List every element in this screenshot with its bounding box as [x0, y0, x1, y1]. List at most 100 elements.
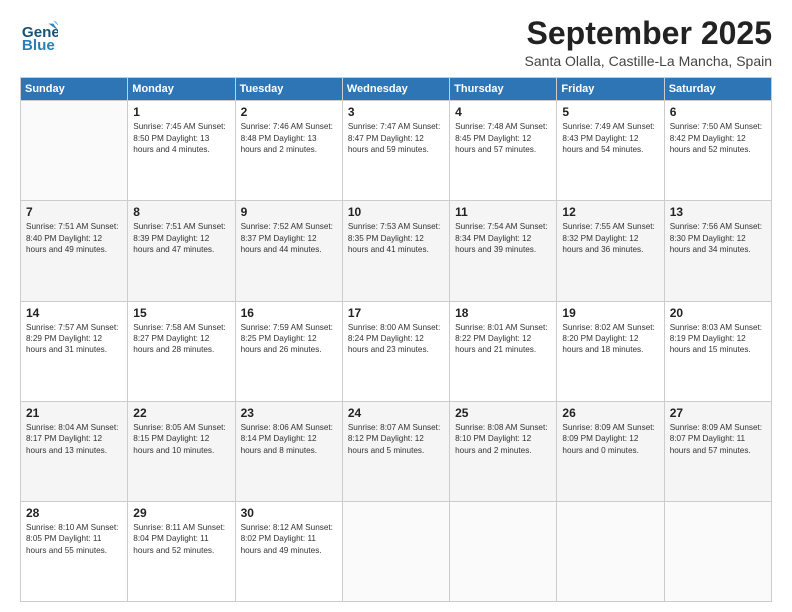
day-number: 16	[241, 306, 337, 320]
calendar-cell: 17Sunrise: 8:00 AM Sunset: 8:24 PM Dayli…	[342, 301, 449, 401]
day-number: 3	[348, 105, 444, 119]
day-info: Sunrise: 7:53 AM Sunset: 8:35 PM Dayligh…	[348, 221, 444, 255]
calendar-week-row: 21Sunrise: 8:04 AM Sunset: 8:17 PM Dayli…	[21, 401, 772, 501]
calendar-cell: 24 Sunrise: 8:07 AM Sunset: 8:12 PM Dayli…	[342, 401, 449, 501]
calendar-cell: 18 Sunrise: 8:01 AM Sunset: 8:22 PM Dayli…	[450, 301, 557, 401]
day-info: Sunrise: 7:51 AM Sunset: 8:40 PM Dayligh…	[26, 221, 122, 255]
day-number: 22	[133, 406, 229, 420]
day-number: 26	[562, 406, 658, 420]
day-number: 8	[133, 205, 229, 219]
calendar-cell: 23 Sunrise: 8:06 AM Sunset: 8:14 PM Dayli…	[235, 401, 342, 501]
calendar-week-row: 7 Sunrise: 7:51 AM Sunset: 8:40 PM Daylig…	[21, 201, 772, 301]
calendar-cell: 16 Sunrise: 7:59 AM Sunset: 8:25 PM Dayli…	[235, 301, 342, 401]
calendar-cell: 13Sunrise: 7:56 AM Sunset: 8:30 PM Dayli…	[664, 201, 771, 301]
calendar-cell: 27 Sunrise: 8:09 AM Sunset: 8:07 PM Dayli…	[664, 401, 771, 501]
day-number: 24	[348, 406, 444, 420]
day-number: 29	[133, 506, 229, 520]
day-number: 2	[241, 105, 337, 119]
day-info: Sunrise: 7:58 AM Sunset: 8:27 PM Dayligh…	[133, 322, 229, 356]
calendar-cell: 30 Sunrise: 8:12 AM Sunset: 8:02 PM Dayli…	[235, 501, 342, 601]
calendar-cell: 14 Sunrise: 7:57 AM Sunset: 8:29 PM Dayli…	[21, 301, 128, 401]
calendar-cell: 26 Sunrise: 8:09 AM Sunset: 8:09 PM Dayli…	[557, 401, 664, 501]
col-header-saturday: Saturday	[664, 78, 771, 101]
day-number: 1	[133, 105, 229, 119]
subtitle: Santa Olalla, Castille-La Mancha, Spain	[525, 53, 772, 69]
day-number: 20	[670, 306, 766, 320]
day-number: 17	[348, 306, 444, 320]
day-info: Sunrise: 7:59 AM Sunset: 8:25 PM Dayligh…	[241, 322, 337, 356]
day-number: 11	[455, 205, 551, 219]
col-header-sunday: Sunday	[21, 78, 128, 101]
col-header-friday: Friday	[557, 78, 664, 101]
day-info: Sunrise: 8:09 AM Sunset: 8:07 PM Dayligh…	[670, 422, 766, 456]
day-info: Sunrise: 7:57 AM Sunset: 8:29 PM Dayligh…	[26, 322, 122, 356]
calendar-cell	[664, 501, 771, 601]
calendar-cell: 5Sunrise: 7:49 AM Sunset: 8:43 PM Daylig…	[557, 101, 664, 201]
day-info: Sunrise: 8:06 AM Sunset: 8:14 PM Dayligh…	[241, 422, 337, 456]
day-info: Sunrise: 7:54 AM Sunset: 8:34 PM Dayligh…	[455, 221, 551, 255]
calendar-cell	[21, 101, 128, 201]
calendar-cell: 11 Sunrise: 7:54 AM Sunset: 8:34 PM Dayli…	[450, 201, 557, 301]
col-header-wednesday: Wednesday	[342, 78, 449, 101]
col-header-tuesday: Tuesday	[235, 78, 342, 101]
day-info: Sunrise: 7:51 AM Sunset: 8:39 PM Dayligh…	[133, 221, 229, 255]
calendar-week-row: 28Sunrise: 8:10 AM Sunset: 8:05 PM Dayli…	[21, 501, 772, 601]
calendar-cell: 4Sunrise: 7:48 AM Sunset: 8:45 PM Daylig…	[450, 101, 557, 201]
day-info: Sunrise: 8:07 AM Sunset: 8:12 PM Dayligh…	[348, 422, 444, 456]
day-info: Sunrise: 7:50 AM Sunset: 8:42 PM Dayligh…	[670, 121, 766, 155]
day-number: 10	[348, 205, 444, 219]
day-info: Sunrise: 8:11 AM Sunset: 8:04 PM Dayligh…	[133, 522, 229, 556]
calendar-week-row: 14 Sunrise: 7:57 AM Sunset: 8:29 PM Dayli…	[21, 301, 772, 401]
calendar-cell: 10 Sunrise: 7:53 AM Sunset: 8:35 PM Dayli…	[342, 201, 449, 301]
day-info: Sunrise: 7:52 AM Sunset: 8:37 PM Dayligh…	[241, 221, 337, 255]
day-number: 15	[133, 306, 229, 320]
calendar-cell: 6 Sunrise: 7:50 AM Sunset: 8:42 PM Daylig…	[664, 101, 771, 201]
calendar-cell: 1 Sunrise: 7:45 AM Sunset: 8:50 PM Daylig…	[128, 101, 235, 201]
day-number: 6	[670, 105, 766, 119]
day-info: Sunrise: 8:02 AM Sunset: 8:20 PM Dayligh…	[562, 322, 658, 356]
day-number: 7	[26, 205, 122, 219]
calendar-cell: 15 Sunrise: 7:58 AM Sunset: 8:27 PM Dayli…	[128, 301, 235, 401]
day-info: Sunrise: 7:45 AM Sunset: 8:50 PM Dayligh…	[133, 121, 229, 155]
calendar-cell: 8 Sunrise: 7:51 AM Sunset: 8:39 PM Daylig…	[128, 201, 235, 301]
col-header-thursday: Thursday	[450, 78, 557, 101]
day-info: Sunrise: 7:48 AM Sunset: 8:45 PM Dayligh…	[455, 121, 551, 155]
day-info: Sunrise: 8:04 AM Sunset: 8:17 PM Dayligh…	[26, 422, 122, 456]
calendar-week-row: 1 Sunrise: 7:45 AM Sunset: 8:50 PM Daylig…	[21, 101, 772, 201]
calendar-cell: 22 Sunrise: 8:05 AM Sunset: 8:15 PM Dayli…	[128, 401, 235, 501]
day-info: Sunrise: 7:56 AM Sunset: 8:30 PM Dayligh…	[670, 221, 766, 255]
day-number: 28	[26, 506, 122, 520]
day-info: Sunrise: 8:12 AM Sunset: 8:02 PM Dayligh…	[241, 522, 337, 556]
calendar-cell: 7 Sunrise: 7:51 AM Sunset: 8:40 PM Daylig…	[21, 201, 128, 301]
day-info: Sunrise: 7:47 AM Sunset: 8:47 PM Dayligh…	[348, 121, 444, 155]
calendar-cell: 21Sunrise: 8:04 AM Sunset: 8:17 PM Dayli…	[21, 401, 128, 501]
day-number: 30	[241, 506, 337, 520]
calendar-cell: 3 Sunrise: 7:47 AM Sunset: 8:47 PM Daylig…	[342, 101, 449, 201]
calendar-cell	[342, 501, 449, 601]
calendar-cell: 25Sunrise: 8:08 AM Sunset: 8:10 PM Dayli…	[450, 401, 557, 501]
day-info: Sunrise: 8:05 AM Sunset: 8:15 PM Dayligh…	[133, 422, 229, 456]
day-info: Sunrise: 7:46 AM Sunset: 8:48 PM Dayligh…	[241, 121, 337, 155]
day-number: 23	[241, 406, 337, 420]
col-header-monday: Monday	[128, 78, 235, 101]
calendar-cell: 29 Sunrise: 8:11 AM Sunset: 8:04 PM Dayli…	[128, 501, 235, 601]
calendar-cell: 9 Sunrise: 7:52 AM Sunset: 8:37 PM Daylig…	[235, 201, 342, 301]
calendar-cell: 20 Sunrise: 8:03 AM Sunset: 8:19 PM Dayli…	[664, 301, 771, 401]
day-number: 19	[562, 306, 658, 320]
day-info: Sunrise: 8:08 AM Sunset: 8:10 PM Dayligh…	[455, 422, 551, 456]
month-title: September 2025	[525, 16, 772, 51]
day-number: 18	[455, 306, 551, 320]
calendar-table: SundayMondayTuesdayWednesdayThursdayFrid…	[20, 77, 772, 602]
day-info: Sunrise: 8:09 AM Sunset: 8:09 PM Dayligh…	[562, 422, 658, 456]
day-number: 14	[26, 306, 122, 320]
day-number: 27	[670, 406, 766, 420]
calendar-cell: 28Sunrise: 8:10 AM Sunset: 8:05 PM Dayli…	[21, 501, 128, 601]
day-number: 12	[562, 205, 658, 219]
calendar-header-row: SundayMondayTuesdayWednesdayThursdayFrid…	[21, 78, 772, 101]
title-block: September 2025 Santa Olalla, Castille-La…	[525, 16, 772, 69]
day-number: 9	[241, 205, 337, 219]
day-info: Sunrise: 8:03 AM Sunset: 8:19 PM Dayligh…	[670, 322, 766, 356]
day-info: Sunrise: 7:55 AM Sunset: 8:32 PM Dayligh…	[562, 221, 658, 255]
logo: General Blue	[20, 16, 62, 54]
day-info: Sunrise: 8:01 AM Sunset: 8:22 PM Dayligh…	[455, 322, 551, 356]
